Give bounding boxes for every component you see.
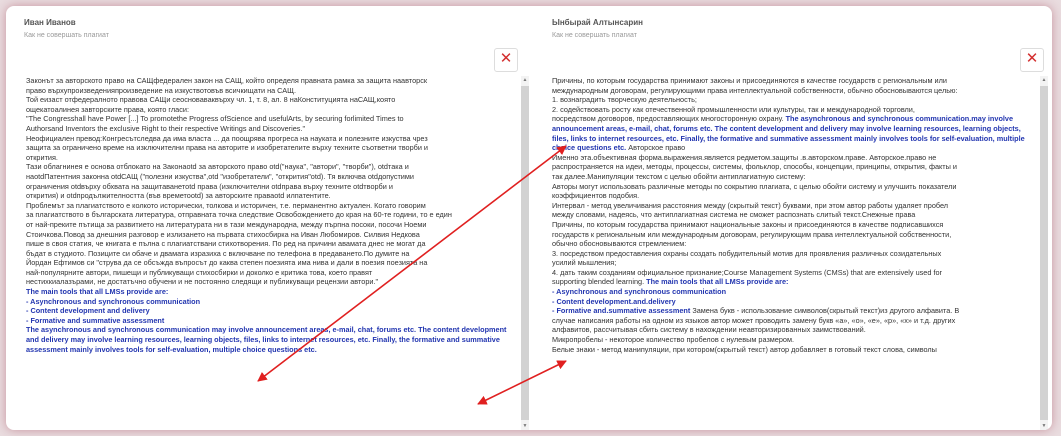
text-line: Йордан Ефтимов си "струва да се обсъжда … [26,258,428,268]
text-line: 2. содействовать росту как отечественной… [552,104,915,114]
text-line: "The Congresshall have Power [...] To pr… [26,114,404,124]
text-line: усилий мышления; [552,258,617,268]
scroll-up-icon[interactable]: ▲ [521,76,529,84]
text-line: Микропробелы - некоторое количество проб… [552,335,795,345]
text-line: нестихкиалазърами, не достатъчно обучени… [26,277,379,287]
right-author-name: Ынбырай Алтынсарин [552,18,643,27]
right-document-title: Как не совершать плагиат [552,32,637,39]
text-line: открития) и otdпродължителността (във вр… [26,191,331,201]
mixed-paragraph: посредством договоров, предоставляющих м… [552,114,1037,152]
text-line: защита за ограничено време на изключител… [26,143,428,153]
right-document-panel: Ынбырай Алтынсарин Как не совершать плаг… [534,6,1052,430]
matched-paragraph: The asynchronous and synchronous communi… [26,325,507,354]
matched-text-line: - Content development and delivery [26,306,150,316]
left-close-button[interactable]: ✕ [494,48,518,72]
text-line: обычно обосновываются стремлением: [552,239,687,249]
left-document-panel: Иван Иванов Как не совершать плагиат ✕ З… [6,6,534,430]
matched-text-span: - Formative and.summative assessment [552,306,691,316]
text-line: алфавитов, рассчитывая сбить систему в н… [552,325,866,335]
right-scroll-thumb[interactable] [1040,86,1048,420]
text-line: Причины, по которым государства принимаю… [552,76,947,85]
text-line: международным договорам, регулирующими п… [552,85,958,95]
matched-text-line: - Asynchronous and synchronous communica… [26,296,201,306]
left-author-name: Иван Иванов [24,18,76,27]
text-line: Белые знаки - метод манипуляции, при кот… [552,344,937,354]
text-span: Авторское право [626,143,686,153]
text-line: 4. дать таким созданиям официальное приз… [552,267,942,277]
text-line: так далее.Манипуляции текстом с целью об… [552,171,806,181]
text-line: открития. [26,152,58,162]
left-scroll-thumb[interactable] [521,86,529,420]
text-line: бъдат в студиото. Позиците си обаче и дв… [26,248,410,258]
text-line: 3. посредством предоставления охраны соз… [552,248,942,258]
scroll-down-icon[interactable]: ▼ [521,422,529,430]
text-span: Замена букв - использование символов(скр… [690,306,960,316]
text-line: право върхупроизведенияпроизведение на и… [26,85,297,95]
text-line: Неофициален превод:Конгресътследва да им… [26,133,428,143]
scroll-up-icon[interactable]: ▲ [1040,76,1048,84]
text-line: Тази облагнинея е основа отблокато на За… [26,162,409,172]
text-span: supporting blended learning. [552,277,647,287]
text-line: Той еизаст отфедералното правова САЩи се… [26,95,396,105]
text-span: посредством договоров, предоставляющих м… [552,114,786,124]
text-line: Стоичкова.Повод за днешния разговор е из… [26,229,420,239]
text-line: Причины, по которым государства принимаю… [552,219,944,229]
matched-text-line: - Formative and summative assessment [26,315,165,325]
matched-text-line: - Content development.and.delivery [552,296,676,306]
text-line: случае написания работы на одном из язык… [552,315,956,325]
matched-text-line: The main tools that all LMSs provide are… [26,287,169,297]
text-line: от най-преките пътища за развитието на л… [26,219,427,229]
text-line: пише в своя статия, че книгата е пълна с… [26,239,426,249]
text-line: коэффициентов подобия. [552,191,640,201]
text-line: ощекатоалинея завторските права, която г… [26,104,189,114]
formative-line: - Formative and.summative assessment Зам… [552,306,1037,316]
comparison-window: Иван Иванов Как не совершать плагиат ✕ З… [6,6,1052,430]
scroll-down-icon[interactable]: ▼ [1040,422,1048,430]
text-line: между словами, надеясь, что антиплагиатн… [552,210,916,220]
text-line: государств к региональным или международ… [552,229,952,239]
matched-text-line: - Asynchronous and synchronous communica… [552,287,727,297]
right-close-button[interactable]: ✕ [1020,48,1044,72]
text-line: 1. вознаградить творческую деятельность; [552,95,697,105]
text-line: Законът за авторското право на САЩфедера… [26,76,428,85]
right-scrollbar[interactable]: ▲ ▼ [1040,76,1048,430]
supporting-line: supporting blended learning. The main to… [552,277,1037,287]
text-line: Именно эта.объективная форма.выражения.я… [552,152,937,162]
text-line: ограничения otdвърху обхвата на защитава… [26,181,393,191]
matched-text-span: The main tools that all LMSs provide are… [646,277,789,287]
text-line: за плагиатството в българската литератур… [26,210,452,220]
left-document-title: Как не совершать плагиат [24,32,109,39]
right-document-text[interactable]: Причины, по которым государства принимаю… [552,76,1037,430]
left-document-text[interactable]: Законът за авторското право на САЩфедера… [26,76,514,430]
text-line: Авторы могут использовать различные мето… [552,181,957,191]
text-line: Интервал - метод увеличивания расстояния… [552,200,949,210]
text-line: распространяется на идеи, методы, процес… [552,162,957,172]
left-scrollbar[interactable]: ▲ ▼ [521,76,529,430]
text-line: най-популярните автори, пишещи и публику… [26,267,373,277]
text-line: Проблемът за плагиатството е колкото ист… [26,200,426,210]
text-line: наotdПатентния законна otdСАЩ ("полезни … [26,171,414,181]
text-line: Authorsand Inventors the exclusive Right… [26,123,306,133]
